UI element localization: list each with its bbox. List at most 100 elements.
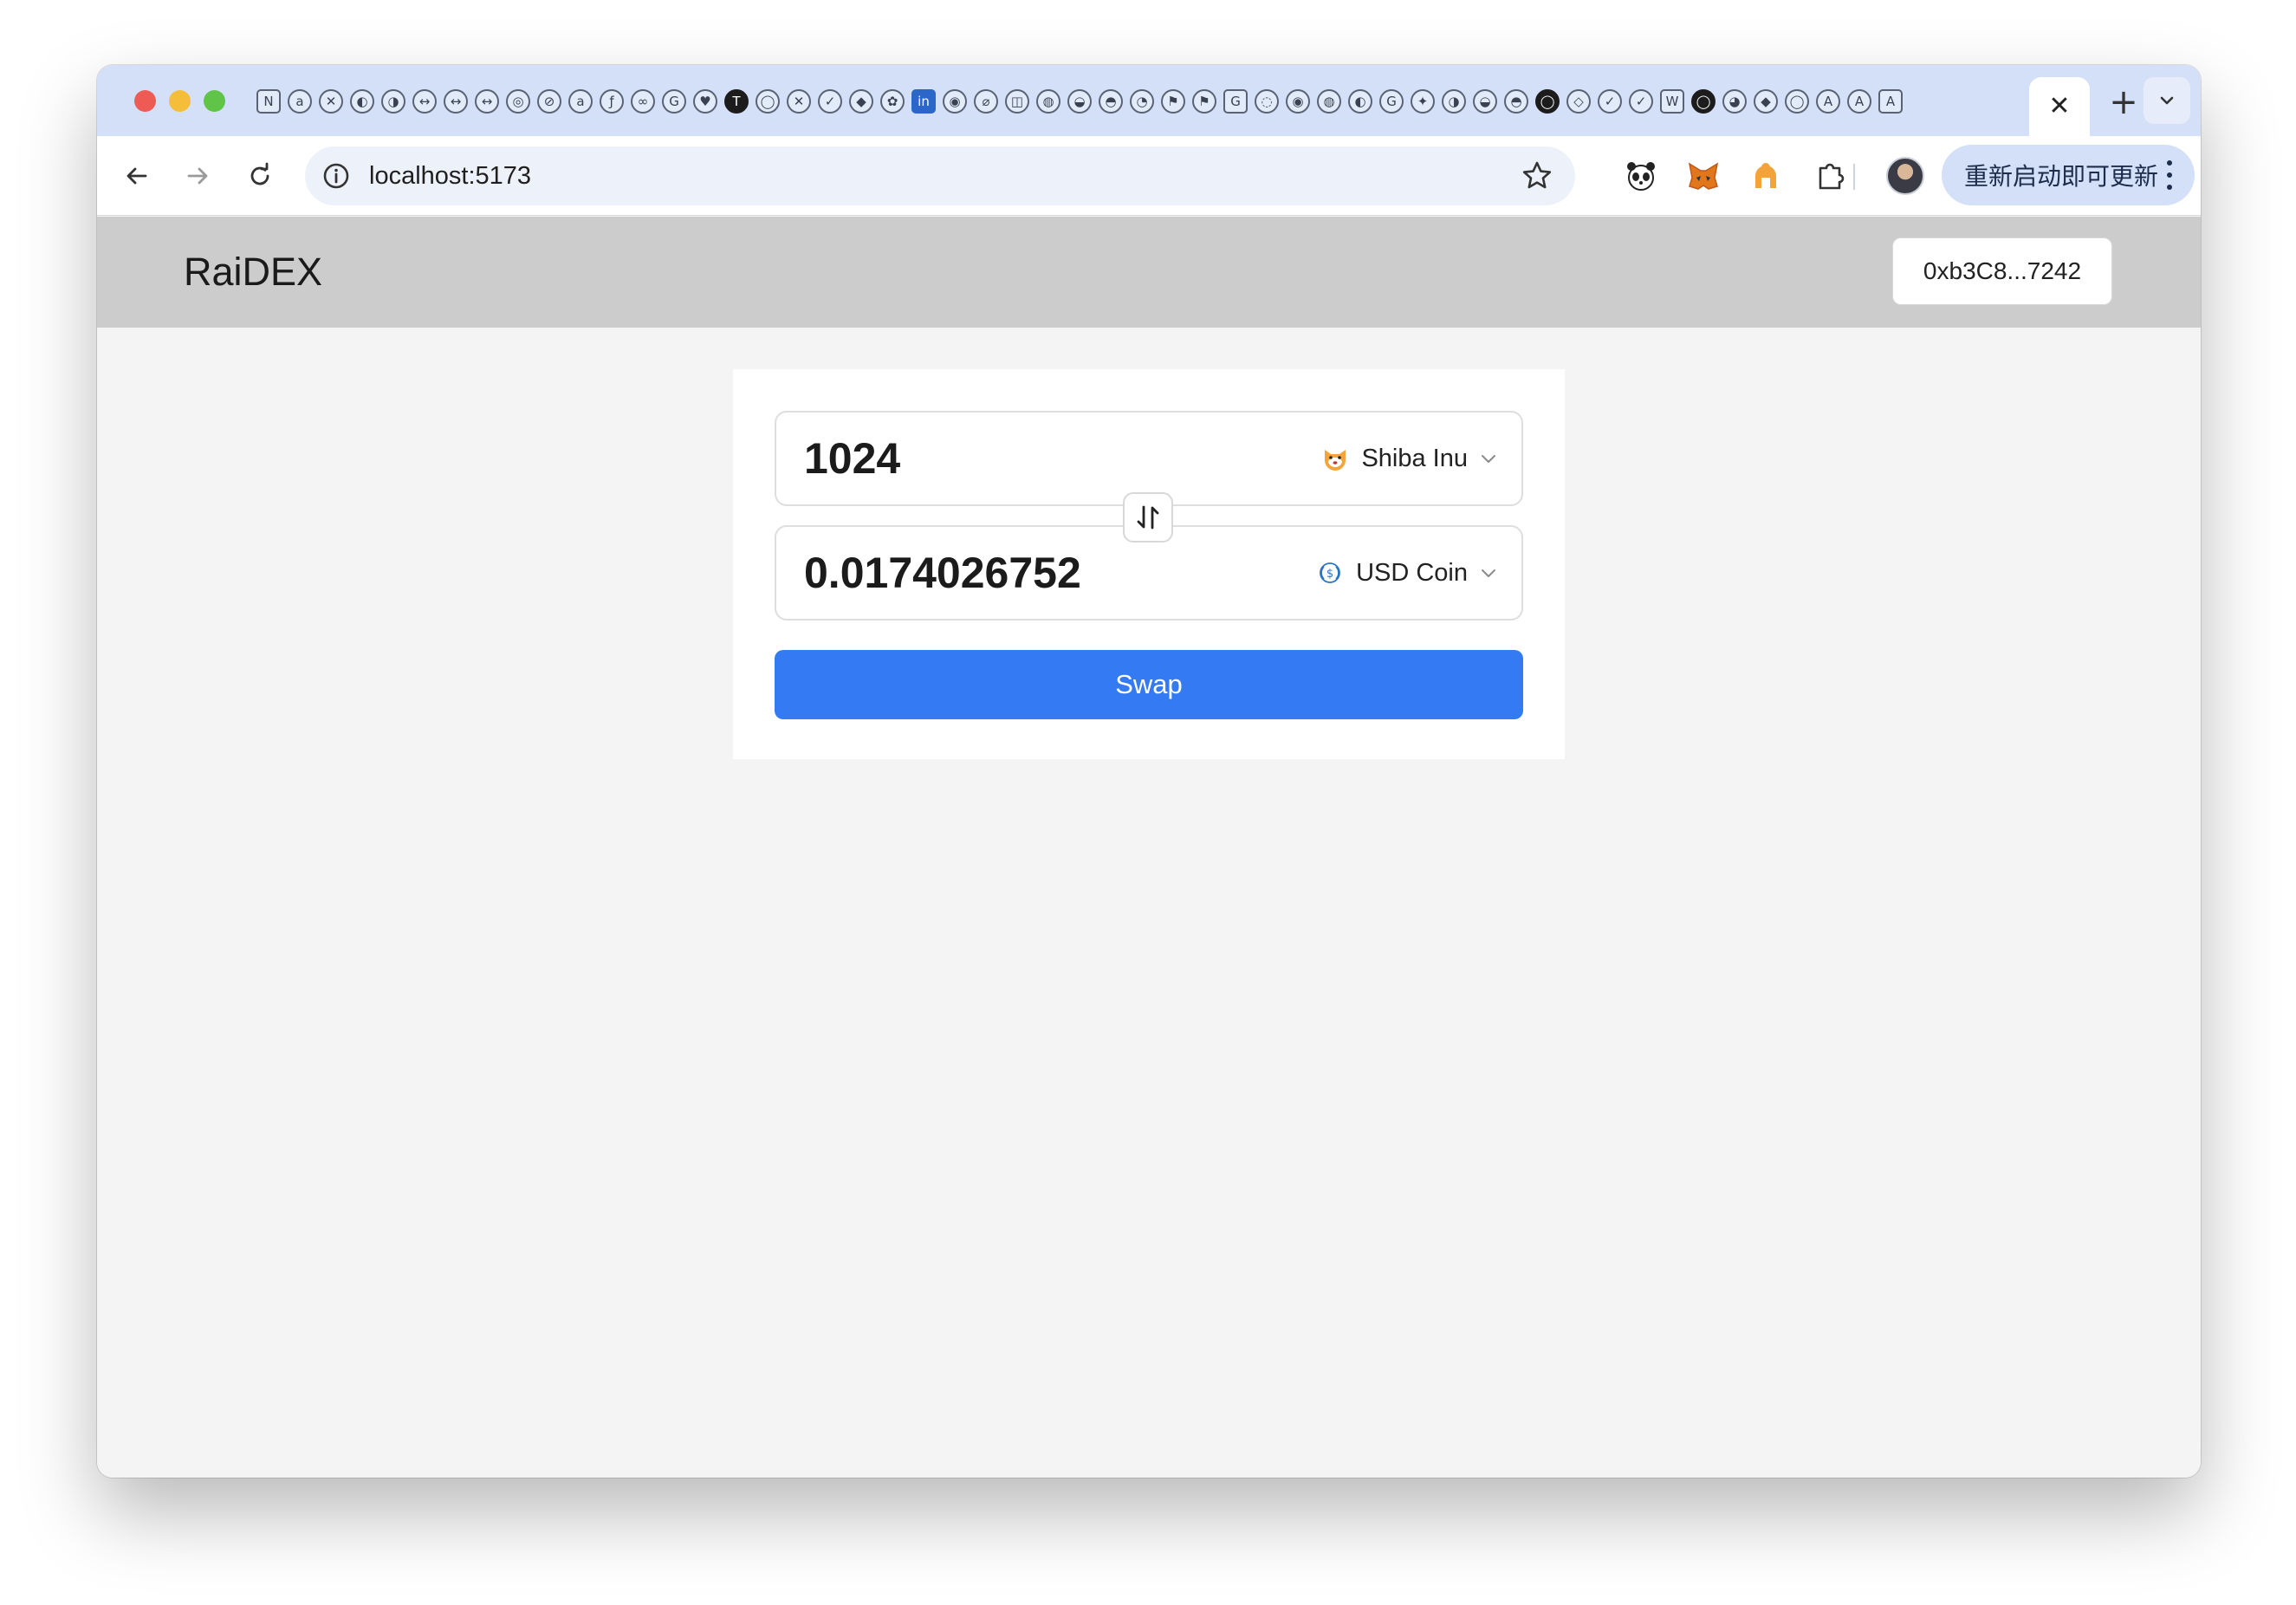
url-text[interactable]: localhost:5173 (369, 146, 531, 205)
pinned-tab[interactable]: ♥ (690, 86, 721, 117)
relaunch-to-update-button[interactable]: 重新启动即可更新 (1942, 145, 2195, 205)
favicon-icon: ✦ (1411, 89, 1435, 114)
pinned-tab[interactable]: W (1657, 86, 1688, 117)
to-token-name: USD Coin (1356, 558, 1468, 587)
back-button[interactable] (116, 155, 158, 197)
pinned-tab[interactable]: ↔ (471, 86, 503, 117)
reload-icon (250, 162, 269, 185)
metamask-fox-icon[interactable] (1681, 153, 1726, 198)
pinned-tab[interactable]: N (253, 86, 284, 117)
site-info-icon[interactable] (321, 160, 352, 192)
orange-extension-icon[interactable] (1743, 153, 1788, 198)
pinned-tab[interactable]: A (1813, 86, 1844, 117)
favicon-icon: ◉ (1286, 89, 1310, 114)
pinned-tab[interactable]: a (284, 86, 315, 117)
pinned-tab[interactable]: ⌀ (970, 86, 1002, 117)
favicon-icon: ◆ (849, 89, 873, 114)
pinned-tab[interactable]: ⚑ (1158, 86, 1189, 117)
swap-button[interactable]: Swap (775, 650, 1523, 719)
pinned-tab[interactable]: ◑ (1438, 86, 1469, 117)
favicon-icon: A (1847, 89, 1871, 114)
pinned-tab[interactable]: ◕ (1719, 86, 1750, 117)
pinned-tab[interactable]: ◉ (1282, 86, 1313, 117)
pinned-tab[interactable]: ◆ (846, 86, 877, 117)
pinned-tab[interactable]: ◑ (378, 86, 409, 117)
pinned-tab[interactable]: G (658, 86, 690, 117)
pinned-tab[interactable]: ◓ (1501, 86, 1532, 117)
zoom-window-button[interactable] (204, 90, 225, 112)
address-bar[interactable]: localhost:5173 (305, 146, 1575, 205)
pinned-tab[interactable]: ✿ (877, 86, 908, 117)
pinned-tab[interactable]: ◍ (1033, 86, 1064, 117)
close-tab-icon[interactable]: ✕ (2048, 94, 2070, 120)
favicon-icon: ⚑ (1192, 89, 1216, 114)
bookmark-star-icon[interactable] (1520, 159, 1554, 193)
pinned-tab[interactable]: ◎ (503, 86, 534, 117)
usd-coin-icon: $ (1320, 562, 1340, 583)
pinned-tab[interactable]: A (1844, 86, 1875, 117)
minimize-window-button[interactable] (169, 90, 191, 112)
new-tab-button[interactable]: + (2104, 82, 2144, 122)
pinned-tab[interactable]: ◔ (1126, 86, 1158, 117)
favicon-icon: ◒ (1067, 89, 1092, 114)
tab-search-button[interactable] (2144, 77, 2190, 124)
pinned-tab[interactable]: T (721, 86, 752, 117)
switch-direction-button[interactable] (1123, 492, 1173, 543)
pinned-tab[interactable]: ✓ (814, 86, 846, 117)
pinned-tab[interactable]: ◍ (1313, 86, 1345, 117)
chevron-down-icon (1482, 569, 1495, 577)
pinned-tab[interactable]: a (565, 86, 596, 117)
pinned-tab[interactable]: ∞ (627, 86, 658, 117)
panda-extension-icon[interactable] (1618, 153, 1664, 198)
pinned-tab[interactable]: ◒ (1469, 86, 1501, 117)
profile-avatar[interactable] (1886, 157, 1924, 195)
pinned-tab[interactable]: in (908, 86, 939, 117)
pinned-tab[interactable]: ◆ (1750, 86, 1781, 117)
favicon-icon: ◯ (1785, 89, 1809, 114)
from-token-name: Shiba Inu (1361, 444, 1468, 472)
favicon-icon: ⌀ (974, 89, 998, 114)
pinned-tab[interactable]: ƒ (596, 86, 627, 117)
pinned-tab[interactable]: ✕ (315, 86, 347, 117)
favicon-icon: ✿ (880, 89, 905, 114)
favicon-icon: ◇ (1566, 89, 1591, 114)
to-amount-input[interactable]: 0.0174026752 (804, 527, 1081, 619)
pinned-tab[interactable]: G (1376, 86, 1407, 117)
pinned-tab[interactable]: ◉ (939, 86, 970, 117)
pinned-tab[interactable]: ✓ (1625, 86, 1657, 117)
more-menu-icon[interactable] (2167, 160, 2172, 190)
pinned-tab[interactable]: ✓ (1594, 86, 1625, 117)
pinned-tab[interactable]: ◯ (1688, 86, 1719, 117)
pinned-tab[interactable]: ◇ (1563, 86, 1594, 117)
pinned-tab[interactable]: ◓ (1095, 86, 1126, 117)
pinned-tab[interactable]: ◒ (1064, 86, 1095, 117)
to-token-selector[interactable]: $ USD Coin (1316, 527, 1497, 619)
pinned-tab[interactable]: ⊘ (534, 86, 565, 117)
from-token-selector[interactable]: Shiba Inu (1321, 413, 1497, 504)
pinned-tab[interactable]: G (1220, 86, 1251, 117)
pinned-tab[interactable]: ⚑ (1189, 86, 1220, 117)
brand-logo-text[interactable]: RaiDEX (184, 217, 322, 328)
forward-button[interactable] (177, 155, 218, 197)
browser-toolbar: localhost:5173 重新启动即可更新 (97, 136, 2201, 216)
extensions-puzzle-icon[interactable] (1807, 153, 1852, 198)
favicon-icon: ✓ (1598, 89, 1622, 114)
pinned-tab[interactable]: ◌ (1251, 86, 1282, 117)
pinned-tab[interactable]: ◯ (1532, 86, 1563, 117)
close-window-button[interactable] (134, 90, 156, 112)
pinned-tab[interactable]: ✦ (1407, 86, 1438, 117)
active-tab[interactable]: ✕ (2029, 77, 2090, 136)
pinned-tab[interactable]: ✕ (783, 86, 814, 117)
favicon-icon: ◫ (1005, 89, 1029, 114)
pinned-tab[interactable]: A (1875, 86, 1906, 117)
pinned-tab[interactable]: ↔ (409, 86, 440, 117)
pinned-tab[interactable]: ◯ (752, 86, 783, 117)
pinned-tab[interactable]: ◫ (1002, 86, 1033, 117)
pinned-tab[interactable]: ↔ (440, 86, 471, 117)
pinned-tab[interactable]: ◐ (1345, 86, 1376, 117)
reload-button[interactable] (239, 155, 281, 197)
pinned-tab[interactable]: ◐ (347, 86, 378, 117)
wallet-address-button[interactable]: 0xb3C8...7242 (1892, 237, 2112, 305)
from-amount-input[interactable]: 1024 (804, 413, 900, 504)
pinned-tab[interactable]: ◯ (1781, 86, 1813, 117)
